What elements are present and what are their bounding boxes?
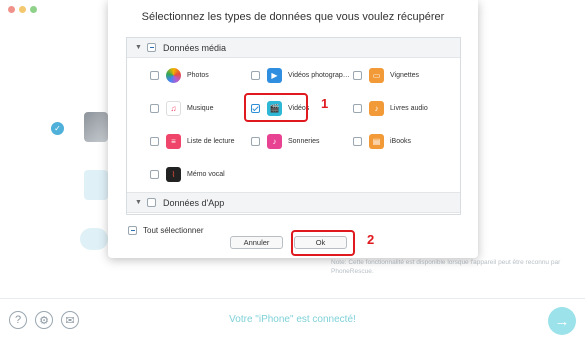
audiobooks-icon: ♪ <box>369 100 384 116</box>
item-checkbox[interactable] <box>150 70 159 80</box>
photos-icon <box>166 67 181 83</box>
category-media[interactable]: ▼ Données média <box>127 38 460 58</box>
collapse-triangle-icon[interactable]: ▼ <box>135 44 147 51</box>
item-label: Mémo vocal <box>187 170 225 178</box>
item-ringtones[interactable]: ♪ Sonneries <box>251 133 320 149</box>
photo-videos-icon: ▶ <box>267 67 282 83</box>
category-media-label: Données média <box>163 42 227 53</box>
item-checkbox[interactable] <box>150 169 159 179</box>
annotation-number-2: 2 <box>367 232 375 247</box>
item-label: Vignettes <box>390 71 420 79</box>
highlight-box-ok <box>291 230 355 256</box>
item-checkbox[interactable] <box>353 103 362 113</box>
cancel-button[interactable]: Annuler <box>230 236 283 249</box>
device-photos-icon <box>84 112 108 142</box>
item-playlist[interactable]: ≡ Liste de lecture <box>150 133 234 149</box>
item-music[interactable]: ♫ Musique <box>150 100 213 116</box>
ringtones-icon: ♪ <box>267 133 282 149</box>
item-voice-memo[interactable]: ⌇ Mémo vocal <box>150 166 225 182</box>
category-app-label: Données d'App <box>163 197 225 208</box>
cloud-restore-icon <box>80 228 108 250</box>
selected-option-check-icon: ✓ <box>51 122 64 135</box>
item-label: Photos <box>187 71 209 79</box>
select-all[interactable]: Tout sélectionner <box>128 226 203 235</box>
item-checkbox[interactable] <box>150 103 159 113</box>
item-checkbox[interactable] <box>251 136 260 146</box>
collapse-triangle-icon[interactable]: ▼ <box>135 199 147 206</box>
item-label: Sonneries <box>288 137 320 145</box>
item-photos[interactable]: Photos <box>150 67 209 83</box>
connection-status: Votre "iPhone" est connecté! <box>229 314 356 325</box>
item-label: Vidéos photograp… <box>288 71 350 79</box>
item-audiobooks[interactable]: ♪ Livres audio <box>353 100 428 116</box>
compatibility-note: Note: Cette fonctionnalité est disponibl… <box>331 259 561 275</box>
category-app[interactable]: ▼ Données d'App <box>127 192 460 213</box>
minimize-window-button[interactable] <box>19 6 26 13</box>
item-thumbnails[interactable]: ▭ Vignettes <box>353 67 419 83</box>
item-checkbox[interactable] <box>353 136 362 146</box>
bottom-divider <box>0 298 585 299</box>
dialog-title: Sélectionnez les types de données que vo… <box>141 11 445 23</box>
thumbnails-icon: ▭ <box>369 67 384 83</box>
zoom-window-button[interactable] <box>30 6 37 13</box>
item-photo-videos[interactable]: ▶ Vidéos photograp… <box>251 67 350 83</box>
select-all-checkbox[interactable] <box>128 226 137 235</box>
ibooks-icon: ▤ <box>369 133 384 149</box>
close-window-button[interactable] <box>8 6 15 13</box>
item-checkbox[interactable] <box>353 70 362 80</box>
highlight-box-videos <box>244 93 308 122</box>
item-ibooks[interactable]: ▤ iBooks <box>353 133 411 149</box>
item-checkbox[interactable] <box>251 70 260 80</box>
voice-memo-icon: ⌇ <box>166 166 181 182</box>
item-label: Musique <box>187 104 214 112</box>
next-arrow-button[interactable]: → <box>548 307 576 335</box>
data-type-dialog: Sélectionnez les types de données que vo… <box>108 0 478 258</box>
select-all-label: Tout sélectionner <box>143 226 204 235</box>
item-label: Liste de lecture <box>187 137 235 145</box>
item-label: Livres audio <box>390 104 428 112</box>
data-type-panel: ▼ Données média Photos ▶ Vidéos photogra… <box>126 37 461 215</box>
backup-restore-icon <box>84 170 108 200</box>
category-app-checkbox[interactable] <box>147 198 156 207</box>
category-media-checkbox[interactable] <box>147 43 156 52</box>
item-checkbox[interactable] <box>150 136 159 146</box>
item-label: iBooks <box>390 137 412 145</box>
annotation-number-1: 1 <box>321 96 329 111</box>
music-icon: ♫ <box>166 100 181 116</box>
playlist-icon: ≡ <box>166 133 181 149</box>
